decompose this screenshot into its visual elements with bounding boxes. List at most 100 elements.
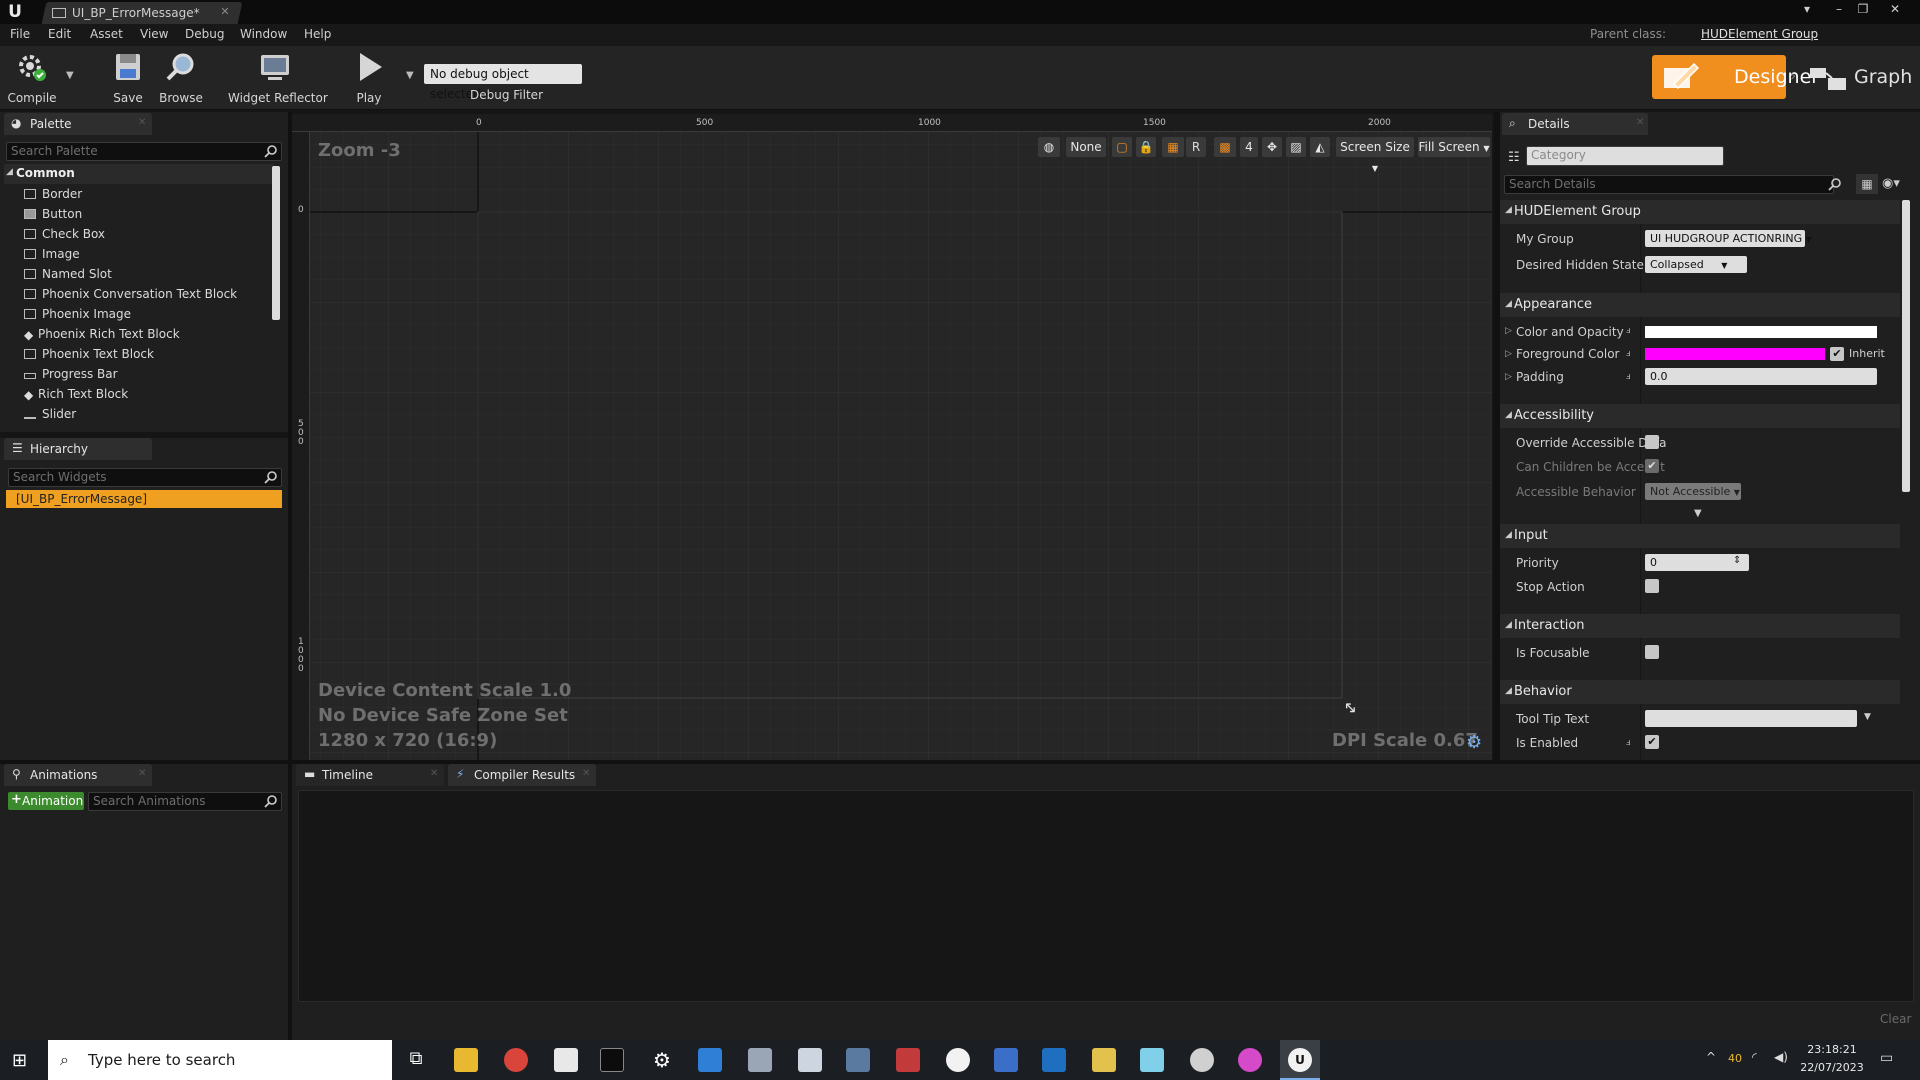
windows-start-icon[interactable]: ⊞ bbox=[12, 1050, 27, 1071]
tab-close-icon[interactable]: ✕ bbox=[138, 117, 146, 128]
grid-snap-value[interactable]: 4 bbox=[1240, 137, 1258, 157]
padding-input[interactable]: 0.0 bbox=[1645, 368, 1877, 385]
parent-class-link[interactable]: HUDElement Group bbox=[1701, 27, 1818, 41]
save-button[interactable]: Save bbox=[108, 50, 148, 106]
tab-animations[interactable]: Animations bbox=[4, 764, 152, 786]
browse-button[interactable]: Browse bbox=[158, 50, 204, 106]
grid-snap-toggle-button[interactable]: ▩ bbox=[1214, 137, 1236, 157]
menu-help[interactable]: Help bbox=[304, 27, 331, 43]
localization-globe-button[interactable]: ◍ bbox=[1038, 137, 1060, 157]
minimize-button[interactable]: – bbox=[1828, 0, 1850, 20]
file-explorer-icon[interactable] bbox=[454, 1048, 478, 1072]
color-opacity-swatch[interactable] bbox=[1645, 326, 1877, 338]
app-icon[interactable] bbox=[698, 1048, 722, 1072]
localization-preview-dropdown[interactable]: None bbox=[1066, 137, 1106, 157]
notification-icon[interactable]: ▾ bbox=[1796, 0, 1818, 20]
hierarchy-search-input[interactable]: Search Widgets bbox=[8, 468, 282, 487]
menu-edit[interactable]: Edit bbox=[48, 27, 71, 43]
menu-asset[interactable]: Asset bbox=[90, 27, 123, 43]
desired-hidden-state-dropdown[interactable]: Collapsed ▼ bbox=[1645, 256, 1747, 273]
dpi-settings-gear-icon[interactable]: ⚙ bbox=[1466, 732, 1482, 753]
menu-debug[interactable]: Debug bbox=[185, 27, 224, 43]
background-image-button[interactable]: ▨ bbox=[1286, 137, 1306, 157]
tab-palette[interactable]: Palette bbox=[4, 113, 152, 135]
tab-compiler-results[interactable]: Compiler Results bbox=[448, 764, 596, 786]
animations-search-input[interactable]: Search Animations bbox=[88, 792, 282, 811]
section-interaction[interactable]: Interaction bbox=[1514, 614, 1585, 638]
app-icon[interactable] bbox=[1190, 1048, 1214, 1072]
palette-item-progress-bar[interactable]: Progress Bar bbox=[24, 364, 118, 384]
widget-reflector-button[interactable]: Widget Reflector bbox=[228, 50, 328, 106]
clear-button[interactable]: Clear bbox=[1880, 1012, 1911, 1026]
show-advanced-chevron-icon[interactable]: ▼ bbox=[1694, 508, 1702, 519]
compile-button[interactable]: Compile bbox=[6, 50, 58, 106]
clock-date[interactable]: 22/07/2023 bbox=[1800, 1061, 1864, 1074]
menu-window[interactable]: Window bbox=[240, 27, 287, 43]
my-group-dropdown[interactable]: UI HUDGROUP ACTIONRING ▼ bbox=[1645, 230, 1812, 247]
menu-view[interactable]: View bbox=[140, 27, 168, 43]
hierarchy-root-item[interactable]: [UI_BP_ErrorMessage] bbox=[6, 490, 282, 508]
chrome-icon[interactable] bbox=[504, 1048, 528, 1072]
can-children-accessible-checkbox[interactable]: ✔ bbox=[1645, 459, 1659, 473]
menu-file[interactable]: File bbox=[10, 27, 30, 43]
tab-close-icon[interactable]: ✕ bbox=[218, 5, 232, 19]
palette-scrollbar[interactable] bbox=[272, 166, 280, 320]
palette-item-slider[interactable]: Slider bbox=[24, 404, 76, 424]
palette-item-image[interactable]: Image bbox=[24, 244, 80, 264]
details-search-input[interactable]: Search Details bbox=[1504, 175, 1834, 194]
foreground-color-swatch[interactable] bbox=[1645, 348, 1825, 360]
spin-arrows-icon[interactable]: ⇕ bbox=[1733, 555, 1741, 566]
task-view-icon[interactable]: ⧉ bbox=[404, 1048, 428, 1072]
tab-timeline[interactable]: Timeline bbox=[296, 764, 444, 786]
taskbar-search-input[interactable]: Type here to search bbox=[48, 1040, 392, 1080]
tab-close-icon[interactable]: ✕ bbox=[1636, 117, 1644, 128]
collapse-triangle-icon[interactable]: ◢ bbox=[1505, 686, 1512, 696]
settings-gear-icon[interactable]: ⚙ bbox=[650, 1048, 674, 1072]
tab-close-icon[interactable]: ✕ bbox=[138, 768, 146, 779]
tab-hierarchy[interactable]: Hierarchy bbox=[4, 438, 152, 460]
app-icon[interactable] bbox=[1140, 1048, 1164, 1072]
collapse-triangle-icon[interactable]: ◢ bbox=[1505, 530, 1512, 540]
terminal-icon[interactable] bbox=[600, 1048, 624, 1072]
layout-toggle-button[interactable]: ▦ bbox=[1162, 137, 1184, 157]
app-icon[interactable] bbox=[994, 1048, 1018, 1072]
expand-triangle-icon[interactable]: ▷ bbox=[1505, 349, 1512, 359]
accessible-behavior-dropdown[interactable]: Not Accessible ▼ bbox=[1645, 483, 1741, 500]
tray-overflow-chevron-icon[interactable]: ^ bbox=[1706, 1050, 1716, 1064]
section-hudelement-group[interactable]: HUDElement Group bbox=[1514, 200, 1641, 224]
is-enabled-checkbox[interactable]: ✔ bbox=[1645, 735, 1659, 749]
palette-item-named-slot[interactable]: Named Slot bbox=[24, 264, 112, 284]
section-appearance[interactable]: Appearance bbox=[1514, 293, 1592, 317]
play-button[interactable]: Play bbox=[348, 50, 390, 106]
outline-toggle-button[interactable]: ▢ bbox=[1112, 137, 1132, 157]
override-accessible-checkbox[interactable] bbox=[1645, 435, 1659, 449]
app-icon[interactable] bbox=[1238, 1048, 1262, 1072]
debug-object-dropdown[interactable]: No debug object selected ▼ bbox=[424, 64, 582, 101]
respect-locks-button[interactable]: R bbox=[1186, 137, 1206, 157]
chevron-down-icon[interactable]: ▼ bbox=[1864, 712, 1871, 722]
tab-close-icon[interactable]: ✕ bbox=[430, 768, 438, 779]
tab-close-icon[interactable]: ✕ bbox=[582, 768, 590, 779]
zoom-to-fit-button[interactable]: ✥ bbox=[1262, 137, 1282, 157]
collapse-triangle-icon[interactable]: ◢ bbox=[1505, 299, 1512, 309]
collapse-triangle-icon[interactable]: ◢ bbox=[1505, 205, 1512, 215]
screen-size-dropdown[interactable]: Screen Size ▼ bbox=[1336, 137, 1414, 173]
app-icon[interactable] bbox=[946, 1048, 970, 1072]
app-icon[interactable] bbox=[798, 1048, 822, 1072]
app-icon[interactable] bbox=[846, 1048, 870, 1072]
palette-item-check-box[interactable]: Check Box bbox=[24, 224, 105, 244]
lock-toggle-button[interactable]: 🔒 bbox=[1136, 137, 1156, 157]
property-matrix-icon[interactable]: ▦ bbox=[1856, 174, 1878, 194]
stop-action-checkbox[interactable] bbox=[1645, 579, 1659, 593]
palette-item-border[interactable]: Border bbox=[24, 184, 82, 204]
inherit-checkbox[interactable]: ✔ bbox=[1830, 347, 1844, 361]
palette-search-input[interactable]: Search Palette bbox=[6, 142, 282, 161]
maximize-button[interactable]: ❐ bbox=[1852, 0, 1874, 20]
designer-viewport[interactable] bbox=[292, 114, 1492, 760]
volume-icon[interactable]: ◀) bbox=[1774, 1050, 1788, 1064]
category-input[interactable]: Category bbox=[1526, 146, 1724, 166]
section-behavior[interactable]: Behavior bbox=[1514, 680, 1572, 704]
app-icon[interactable] bbox=[1092, 1048, 1116, 1072]
app-icon[interactable] bbox=[896, 1048, 920, 1072]
bind-icon[interactable]: ⅎ bbox=[1626, 326, 1631, 336]
